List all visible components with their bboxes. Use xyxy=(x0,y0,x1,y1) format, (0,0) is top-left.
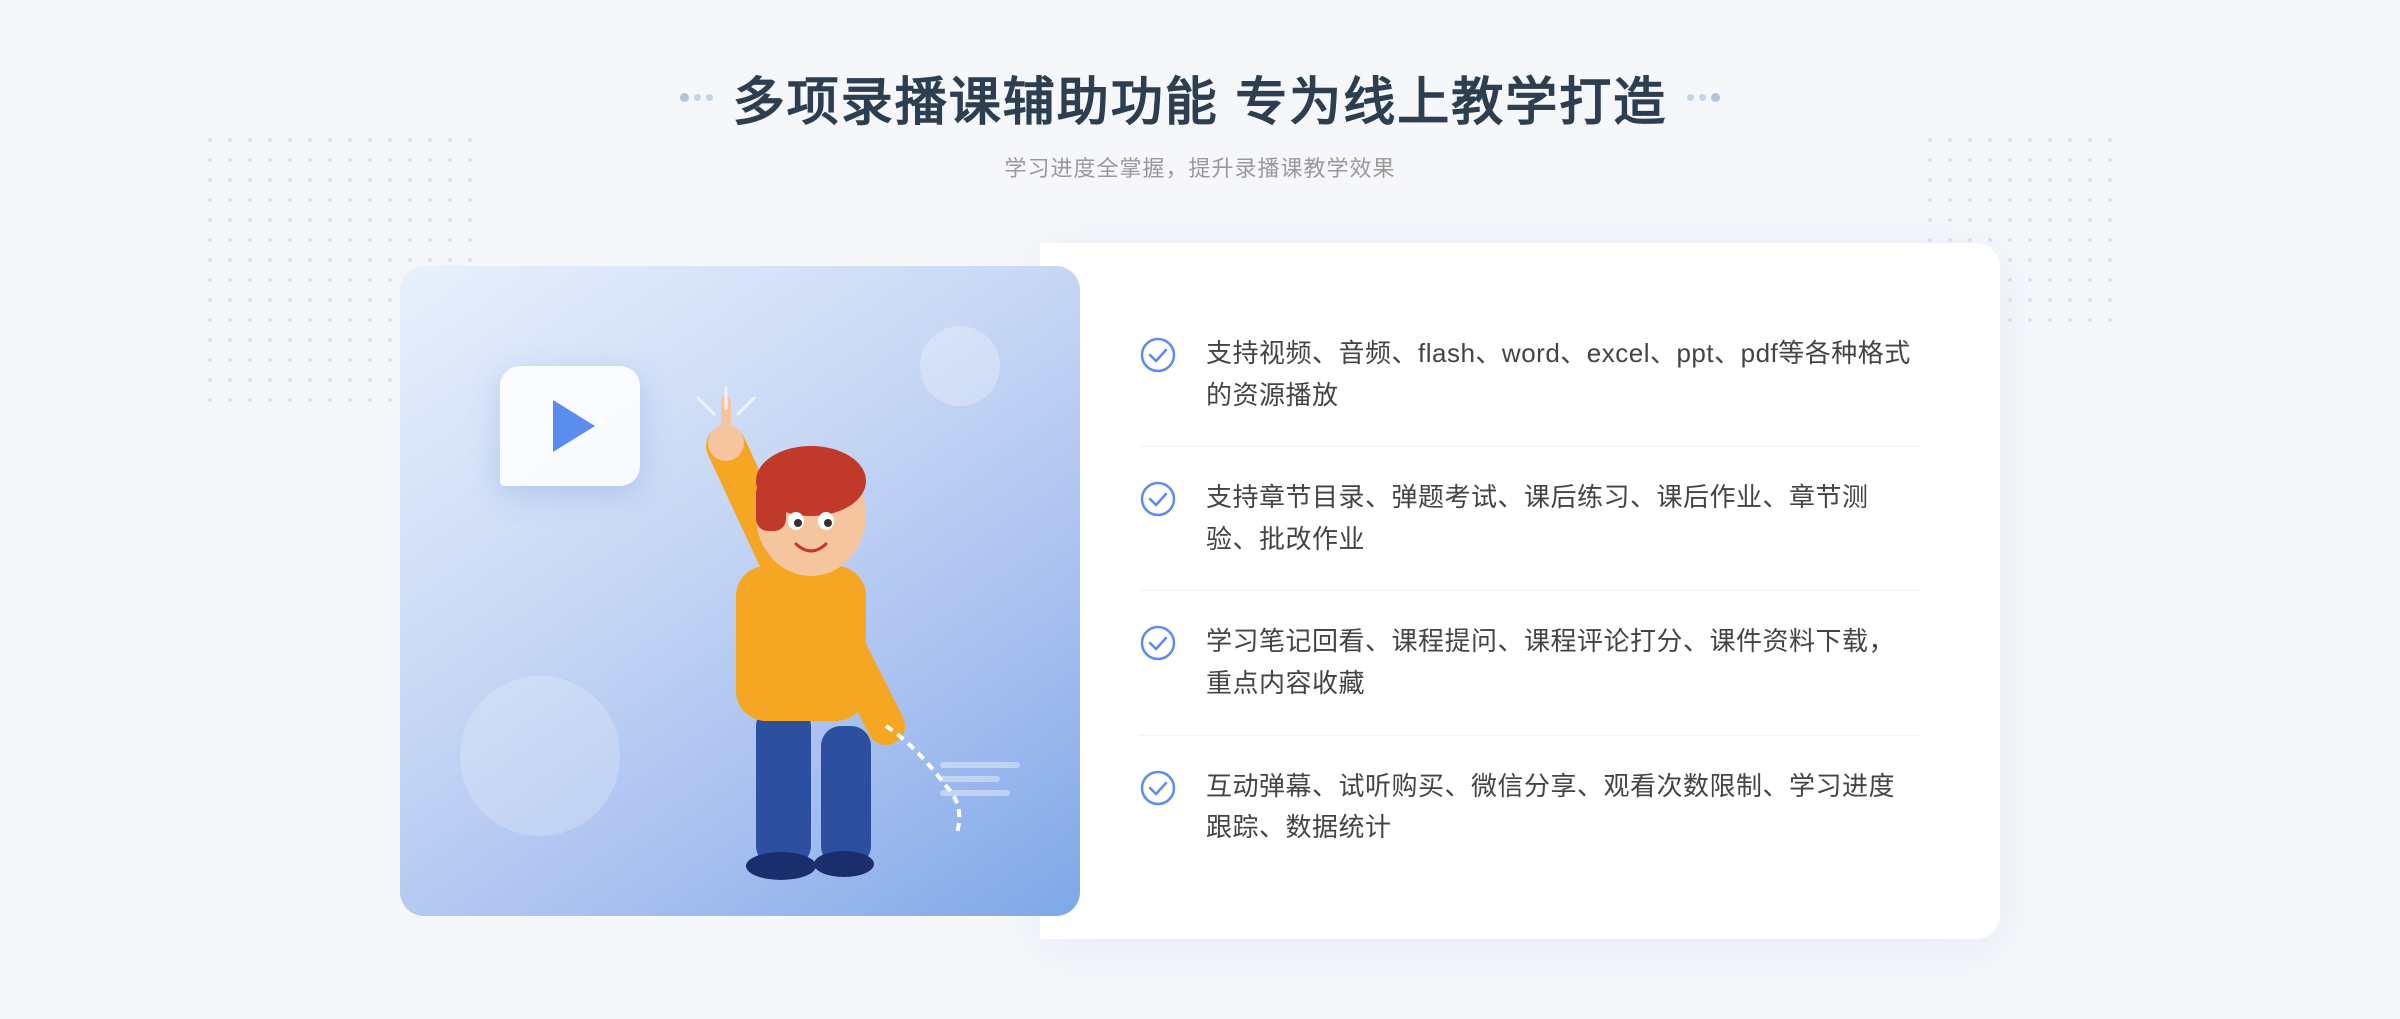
feature-text-1: 支持视频、音频、flash、word、excel、ppt、pdf等各种格式的资源… xyxy=(1206,333,1920,416)
check-icon-4 xyxy=(1140,770,1176,806)
dot-3 xyxy=(706,94,713,101)
check-icon-1 xyxy=(1140,337,1176,373)
dot-1 xyxy=(680,93,689,102)
main-title: 多项录播课辅助功能 专为线上教学打造 xyxy=(733,60,1667,135)
feature-item-4: 互动弹幕、试听购买、微信分享、观看次数限制、学习进度跟踪、数据统计 xyxy=(1140,736,1920,879)
person-figure xyxy=(626,366,1006,916)
feature-item-3: 学习笔记回看、课程提问、课程评论打分、课件资料下载，重点内容收藏 xyxy=(1140,591,1920,735)
dot-6 xyxy=(1711,93,1720,102)
play-bubble xyxy=(500,366,640,486)
dot-2 xyxy=(694,94,701,101)
subtitle: 学习进度全掌握，提升录播课教学效果 xyxy=(680,151,1720,183)
illustration-card xyxy=(400,266,1080,916)
check-icon-2 xyxy=(1140,481,1176,517)
page-wrapper: 多项录播课辅助功能 专为线上教学打造 学习进度全掌握，提升录播课教学效果 » xyxy=(0,0,2400,1019)
check-icon-3 xyxy=(1140,625,1176,661)
dot-4 xyxy=(1687,94,1694,101)
deco-circle-large xyxy=(460,676,620,836)
title-row: 多项录播课辅助功能 专为线上教学打造 xyxy=(680,60,1720,135)
feature-item-2: 支持章节目录、弹题考试、课后练习、课后作业、章节测验、批改作业 xyxy=(1140,447,1920,591)
illustration-inner xyxy=(400,266,1080,916)
feature-text-3: 学习笔记回看、课程提问、课程评论打分、课件资料下载，重点内容收藏 xyxy=(1206,621,1920,704)
title-dots-right xyxy=(1687,93,1720,102)
header-section: 多项录播课辅助功能 专为线上教学打造 学习进度全掌握，提升录播课教学效果 xyxy=(680,60,1720,183)
feature-item-1: 支持视频、音频、flash、word、excel、ppt、pdf等各种格式的资源… xyxy=(1140,303,1920,447)
content-area: » xyxy=(400,243,2000,939)
feature-text-2: 支持章节目录、弹题考试、课后练习、课后作业、章节测验、批改作业 xyxy=(1206,477,1920,560)
deco-lines xyxy=(940,762,1020,796)
dot-5 xyxy=(1699,94,1706,101)
deco-line-2 xyxy=(940,776,1000,782)
feature-text-4: 互动弹幕、试听购买、微信分享、观看次数限制、学习进度跟踪、数据统计 xyxy=(1206,766,1920,849)
play-icon xyxy=(553,400,595,452)
deco-line-3 xyxy=(940,790,1010,796)
deco-line-1 xyxy=(940,762,1020,768)
title-dots-left xyxy=(680,93,713,102)
features-panel: 支持视频、音频、flash、word、excel、ppt、pdf等各种格式的资源… xyxy=(1040,243,2000,939)
